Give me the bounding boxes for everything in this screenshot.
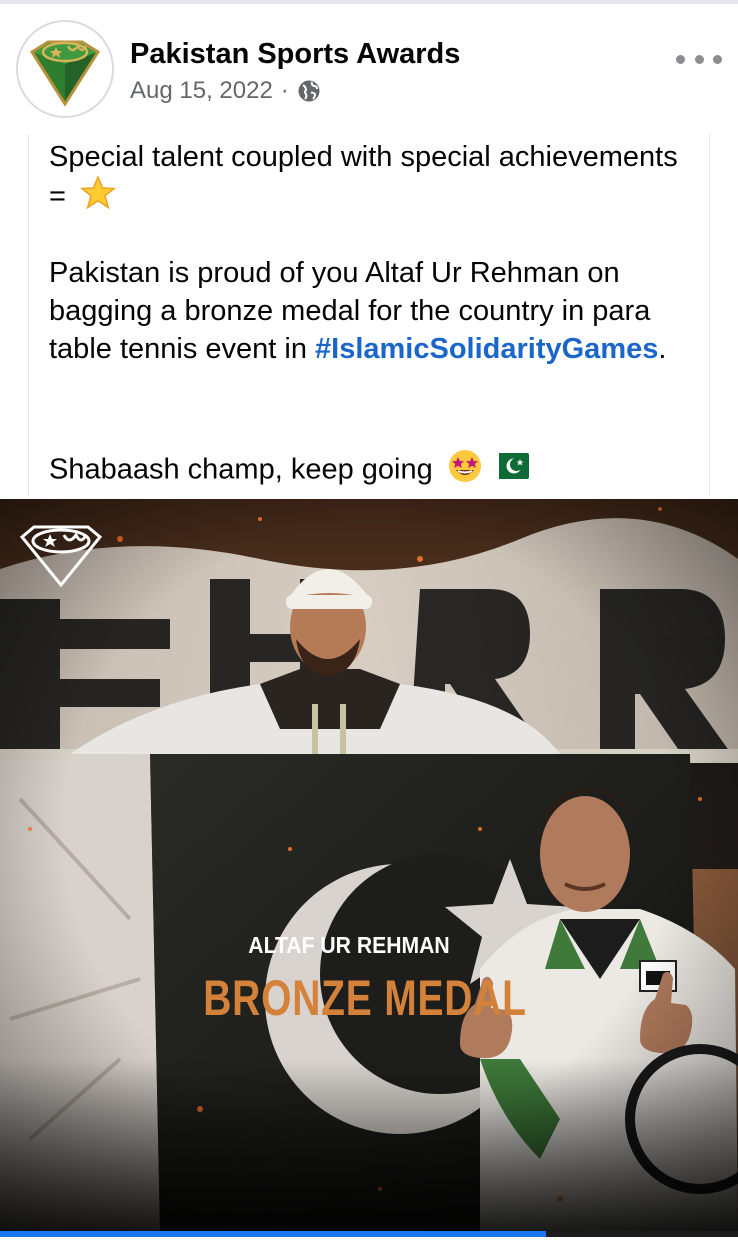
post-text: Special talent coupled with special achi… (28, 134, 710, 496)
post-paragraph-2: Pakistan is proud of you Altaf Ur Rehman… (49, 254, 709, 368)
meta-separator: · (280, 77, 289, 104)
more-dot (694, 54, 704, 64)
athlete-graphic (0, 499, 738, 1231)
star-struck-emoji (447, 448, 483, 494)
star-emoji (79, 175, 117, 220)
more-options-icon (676, 54, 685, 64)
page-name[interactable]: Pakistan Sports Awards (130, 38, 460, 71)
more-dot (713, 54, 722, 64)
bottom-strip (0, 1237, 738, 1249)
athlete-name-caption: ALTAF UR REHMAN (248, 932, 450, 958)
paragraph-3-text: Shabaash champ, keep going (49, 453, 441, 486)
avatar-logo-icon (18, 22, 112, 116)
hashtag-link[interactable]: #IslamicSolidarityGames (315, 333, 658, 365)
more-options-button[interactable] (676, 44, 722, 74)
post-paragraph-3: Shabaash champ, keep going (49, 448, 699, 494)
post-date[interactable]: Aug 15, 2022 (130, 77, 273, 105)
page-avatar[interactable] (16, 20, 114, 118)
post-meta: Aug 15, 2022 · (130, 76, 321, 106)
post-header: Pakistan Sports Awards Aug 15, 2022 · (0, 4, 738, 130)
paragraph-2-end: . (658, 333, 667, 365)
pakistan-flag-emoji (488, 451, 529, 491)
medal-caption: BRONZE MEDAL (203, 970, 527, 1026)
globe-icon (297, 79, 321, 103)
post-paragraph-1: Special talent coupled with special achi… (49, 138, 699, 220)
paragraph-1-text: Special talent coupled with special achi… (49, 141, 678, 213)
post-image[interactable]: ALTAF UR REHMAN BRONZE MEDAL (0, 499, 738, 1231)
